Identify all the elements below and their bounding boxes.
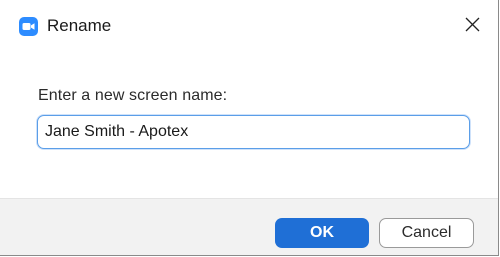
screen-name-label: Enter a new screen name: bbox=[38, 87, 228, 104]
ok-button[interactable]: OK bbox=[275, 218, 369, 248]
screen-name-input[interactable] bbox=[37, 115, 470, 149]
rename-dialog: Rename Enter a new screen name: OK Cance… bbox=[0, 0, 499, 256]
dialog-footer: OK Cancel bbox=[0, 198, 498, 255]
close-button[interactable] bbox=[454, 8, 490, 42]
title-bar: Rename bbox=[0, 0, 498, 44]
dialog-body: Enter a new screen name: bbox=[0, 44, 498, 198]
camera-icon bbox=[19, 17, 38, 36]
close-icon bbox=[465, 17, 479, 32]
cancel-button[interactable]: Cancel bbox=[379, 218, 474, 248]
dialog-title: Rename bbox=[47, 16, 112, 35]
